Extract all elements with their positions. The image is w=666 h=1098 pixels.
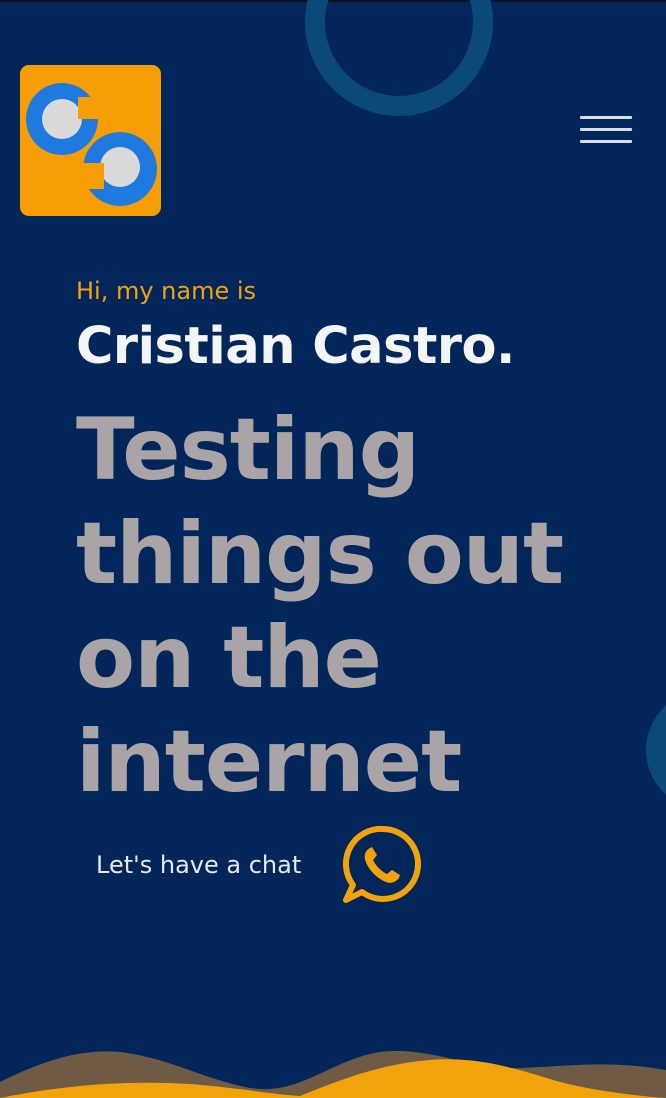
whatsapp-icon[interactable] — [342, 824, 424, 906]
author-name: Cristian Castro. — [76, 317, 515, 376]
headline-line: on the — [76, 608, 382, 708]
menu-bar-top — [580, 116, 632, 119]
greeting-text: Hi, my name is — [76, 277, 257, 305]
page: Hi, my name is Cristian Castro. Testing … — [0, 0, 666, 1098]
headline-line: things out — [76, 504, 564, 604]
decorative-ring-top — [305, 0, 493, 116]
chat-link[interactable]: Let's have a chat — [96, 848, 301, 882]
headline-line: Testing — [76, 400, 420, 500]
decorative-waves — [0, 1051, 666, 1098]
menu-bar-bottom — [580, 140, 632, 143]
headline-line: internet — [76, 712, 462, 812]
hero-headline: Testing things out on the internet — [76, 398, 656, 814]
menu-bar-middle — [580, 128, 632, 131]
cc-logo-icon[interactable] — [20, 65, 161, 216]
hamburger-menu-button[interactable] — [570, 106, 642, 154]
